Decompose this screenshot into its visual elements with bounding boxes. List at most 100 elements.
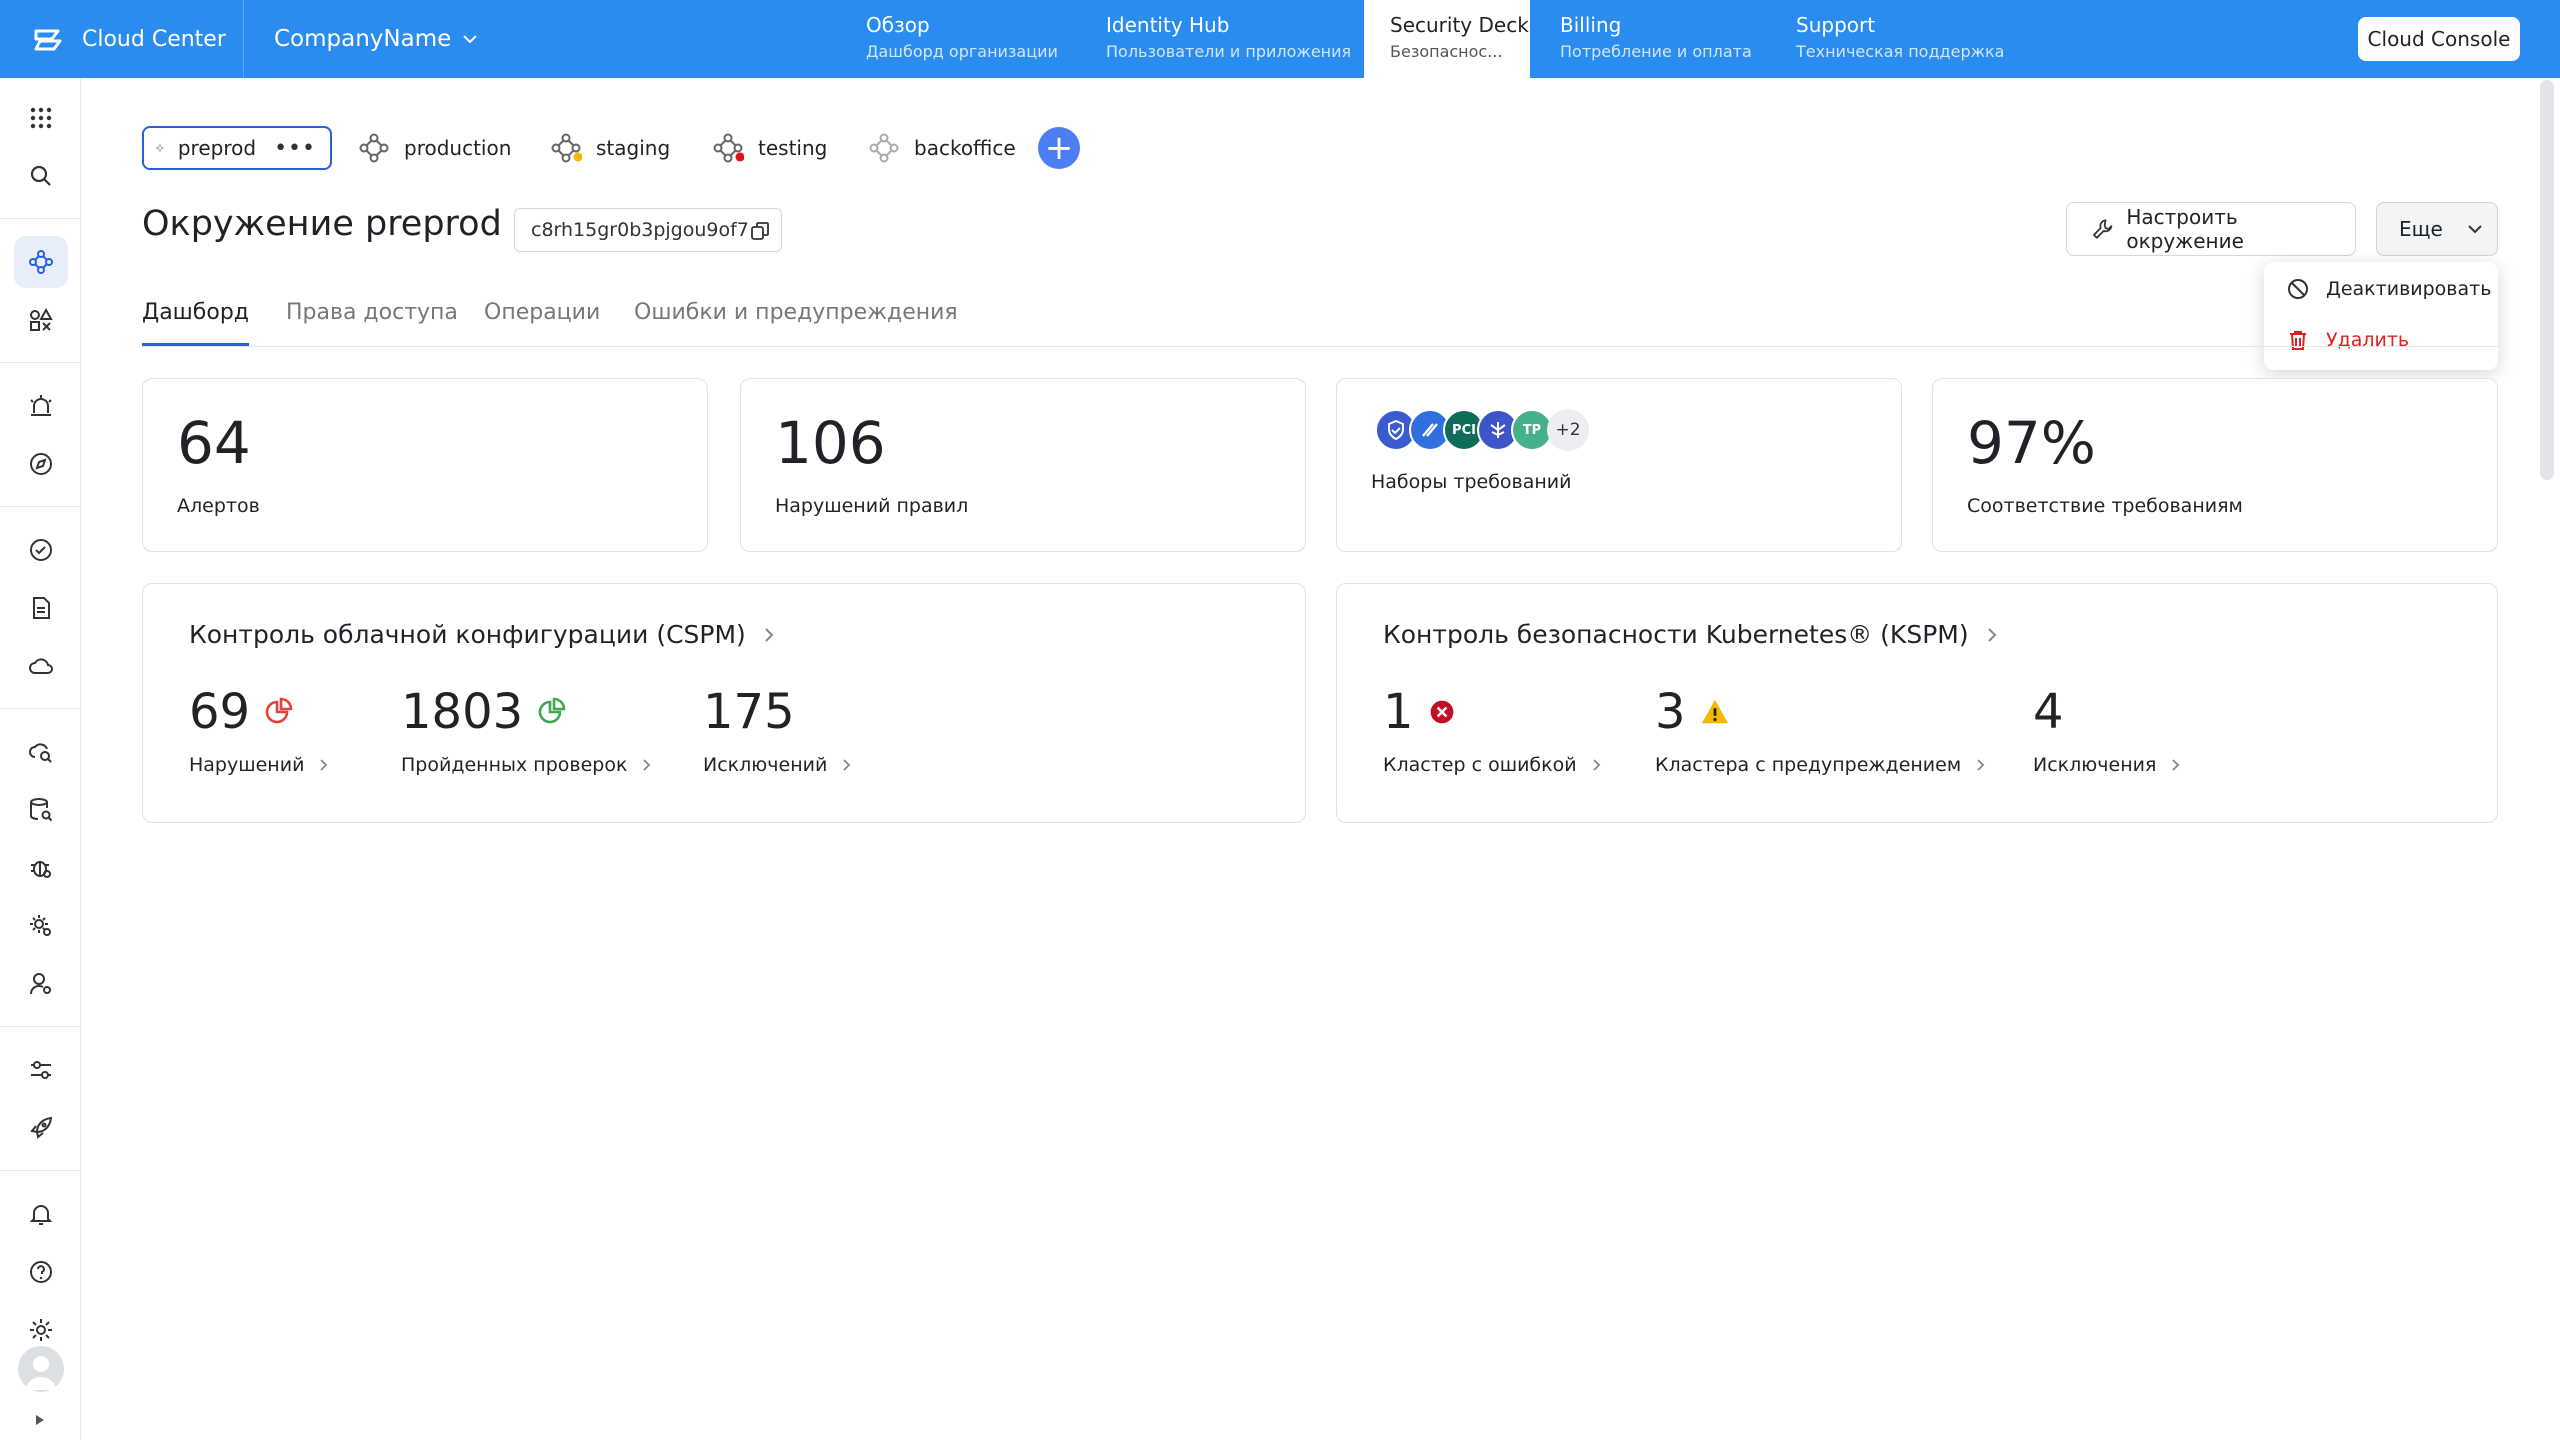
expand-rail-icon[interactable]	[32, 1412, 48, 1428]
verified-icon[interactable]	[14, 524, 68, 576]
magnifier-icon	[30, 165, 51, 186]
brand-logo[interactable]: Cloud Center	[0, 0, 244, 78]
env-id-text: c8rh15gr0b3pjgou9of7	[531, 219, 749, 241]
more-button[interactable]: Еще	[2376, 202, 2498, 256]
env-chip-staging[interactable]: staging	[550, 126, 670, 170]
shapes-icon[interactable]	[14, 294, 68, 346]
topnav-security-deck[interactable]: Security Deck Безопаснос...	[1364, 0, 1530, 78]
kspm-error-clusters[interactable]: 1 Кластер с ошибкой	[1383, 684, 1605, 776]
tab-dashboard[interactable]: Дашборд	[142, 300, 250, 346]
env-chip-production[interactable]: production	[358, 126, 511, 170]
copy-icon[interactable]	[749, 220, 771, 242]
cspm-exceptions[interactable]: 175 Исключений	[703, 684, 855, 776]
metric-value: 69	[189, 684, 251, 740]
chevron-right-icon	[320, 759, 328, 771]
topnav-title: Support	[1796, 13, 1876, 37]
tab-access-rights[interactable]: Права доступа	[286, 300, 458, 346]
chevron-right-icon	[1977, 759, 1985, 771]
metric-label: Исключений	[703, 754, 828, 776]
environment-icon	[156, 144, 164, 152]
compass-icon[interactable]	[14, 438, 68, 490]
rocket-icon[interactable]	[14, 1102, 68, 1154]
env-chip-backoffice[interactable]: backoffice	[868, 126, 1016, 170]
plus-icon: +	[1044, 128, 1074, 168]
document-icon[interactable]	[14, 582, 68, 634]
alerts-card[interactable]: 64 Алертов	[142, 378, 708, 552]
cspm-title-link[interactable]: Контроль облачной конфигурации (CSPM)	[189, 620, 778, 649]
sliders-icon[interactable]	[14, 1044, 68, 1096]
company-switcher[interactable]: CompanyName	[244, 0, 481, 78]
kspm-title: Контроль безопасности Kubernetes® (KSPM)	[1383, 620, 1969, 649]
topnav-billing[interactable]: Billing Потребление и оплата	[1534, 0, 1778, 78]
tp-badge-text: TP	[1522, 422, 1542, 438]
help-icon[interactable]	[14, 1246, 68, 1298]
bell-icon[interactable]	[14, 1188, 68, 1240]
cloud-search-icon[interactable]	[14, 726, 68, 778]
cspm-violations[interactable]: 69 Нарушений	[189, 684, 332, 776]
company-name: CompanyName	[274, 26, 452, 52]
cloud-icon[interactable]	[14, 640, 68, 692]
add-environment-button[interactable]: +	[1038, 127, 1080, 169]
bug-search-icon[interactable]	[14, 842, 68, 894]
standards-card[interactable]: PCI TP +2 Наборы требований	[1336, 378, 1902, 552]
rail-divider	[0, 708, 80, 709]
question-icon	[30, 1261, 52, 1283]
cloud-logo-icon	[34, 29, 62, 51]
env-chip-label: production	[404, 136, 512, 160]
configure-environment-button[interactable]: Настроить окружение	[2066, 202, 2356, 256]
chevron-right-icon	[2172, 759, 2180, 771]
error-circle-icon	[1430, 700, 1453, 724]
alerts-label: Алертов	[177, 495, 260, 517]
menu-item-delete[interactable]: Удалить	[2286, 325, 2409, 355]
avatar[interactable]	[18, 1346, 64, 1392]
shapes-icon	[30, 307, 53, 331]
tabs-divider	[142, 346, 2498, 347]
kspm-title-link[interactable]: Контроль безопасности Kubernetes® (KSPM)	[1383, 620, 2001, 649]
metric-label: Исключения	[2033, 754, 2157, 776]
topnav-overview[interactable]: Обзор Дашборд организации	[840, 0, 1084, 78]
tab-errors-warnings[interactable]: Ошибки и предупреждения	[634, 300, 958, 346]
env-chip-testing[interactable]: testing	[712, 126, 827, 170]
env-id-badge[interactable]: c8rh15gr0b3pjgou9of7	[514, 208, 782, 252]
siren-icon	[30, 395, 52, 416]
violations-card[interactable]: 106 Нарушений правил	[740, 378, 1306, 552]
database-search-icon	[30, 798, 53, 822]
database-search-icon[interactable]	[14, 784, 68, 836]
chevron-right-icon	[843, 759, 851, 771]
top-bar: Cloud Center CompanyName Обзор Дашборд о…	[0, 0, 2560, 78]
badge-check-icon	[30, 539, 52, 561]
env-menu-icon[interactable]: •••	[274, 136, 316, 161]
environments-icon[interactable]	[14, 236, 68, 288]
menu-item-deactivate[interactable]: Деактивировать	[2286, 274, 2491, 304]
sliders-icon	[31, 1061, 51, 1079]
cloud-console-button[interactable]: Cloud Console	[2358, 17, 2520, 61]
metric-label: Кластер с ошибкой	[1383, 754, 1577, 776]
env-chip-label: staging	[596, 136, 671, 160]
kspm-card: Контроль безопасности Kubernetes® (KSPM)…	[1336, 583, 2498, 823]
alerts-count: 64	[177, 409, 251, 477]
tab-operations[interactable]: Операции	[484, 300, 600, 346]
nodes-icon	[29, 250, 53, 274]
compass-icon	[30, 453, 52, 475]
kspm-exceptions[interactable]: 4 Исключения	[2033, 684, 2184, 776]
environment-error-icon	[713, 133, 744, 163]
env-chip-preprod[interactable]: preprod •••	[142, 126, 332, 170]
settings-search-icon[interactable]	[14, 900, 68, 952]
apps-grid-icon[interactable]	[14, 92, 68, 144]
topnav-subtitle: Пользователи и приложения	[1106, 42, 1352, 61]
search-icon[interactable]	[14, 150, 68, 202]
page-scrollbar[interactable]	[2540, 80, 2554, 480]
gear-search-icon	[30, 915, 51, 936]
menu-item-label: Удалить	[2326, 329, 2410, 351]
cspm-passed-checks[interactable]: 1803 Пройденных проверок	[401, 684, 655, 776]
topnav-title: Security Deck	[1390, 13, 1529, 37]
user-settings-icon[interactable]	[14, 958, 68, 1010]
compliance-card[interactable]: 97% Соответствие требованиям	[1932, 378, 2498, 552]
topnav-identity-hub[interactable]: Identity Hub Пользователи и приложения	[1080, 0, 1377, 78]
environment-icon	[359, 133, 389, 163]
alarm-icon[interactable]	[14, 380, 68, 432]
block-icon	[2288, 279, 2308, 299]
kspm-warning-clusters[interactable]: 3 Кластера с предупреждением	[1655, 684, 1989, 776]
bug-icon	[31, 861, 51, 878]
topnav-support[interactable]: Support Техническая поддержка	[1770, 0, 2030, 78]
